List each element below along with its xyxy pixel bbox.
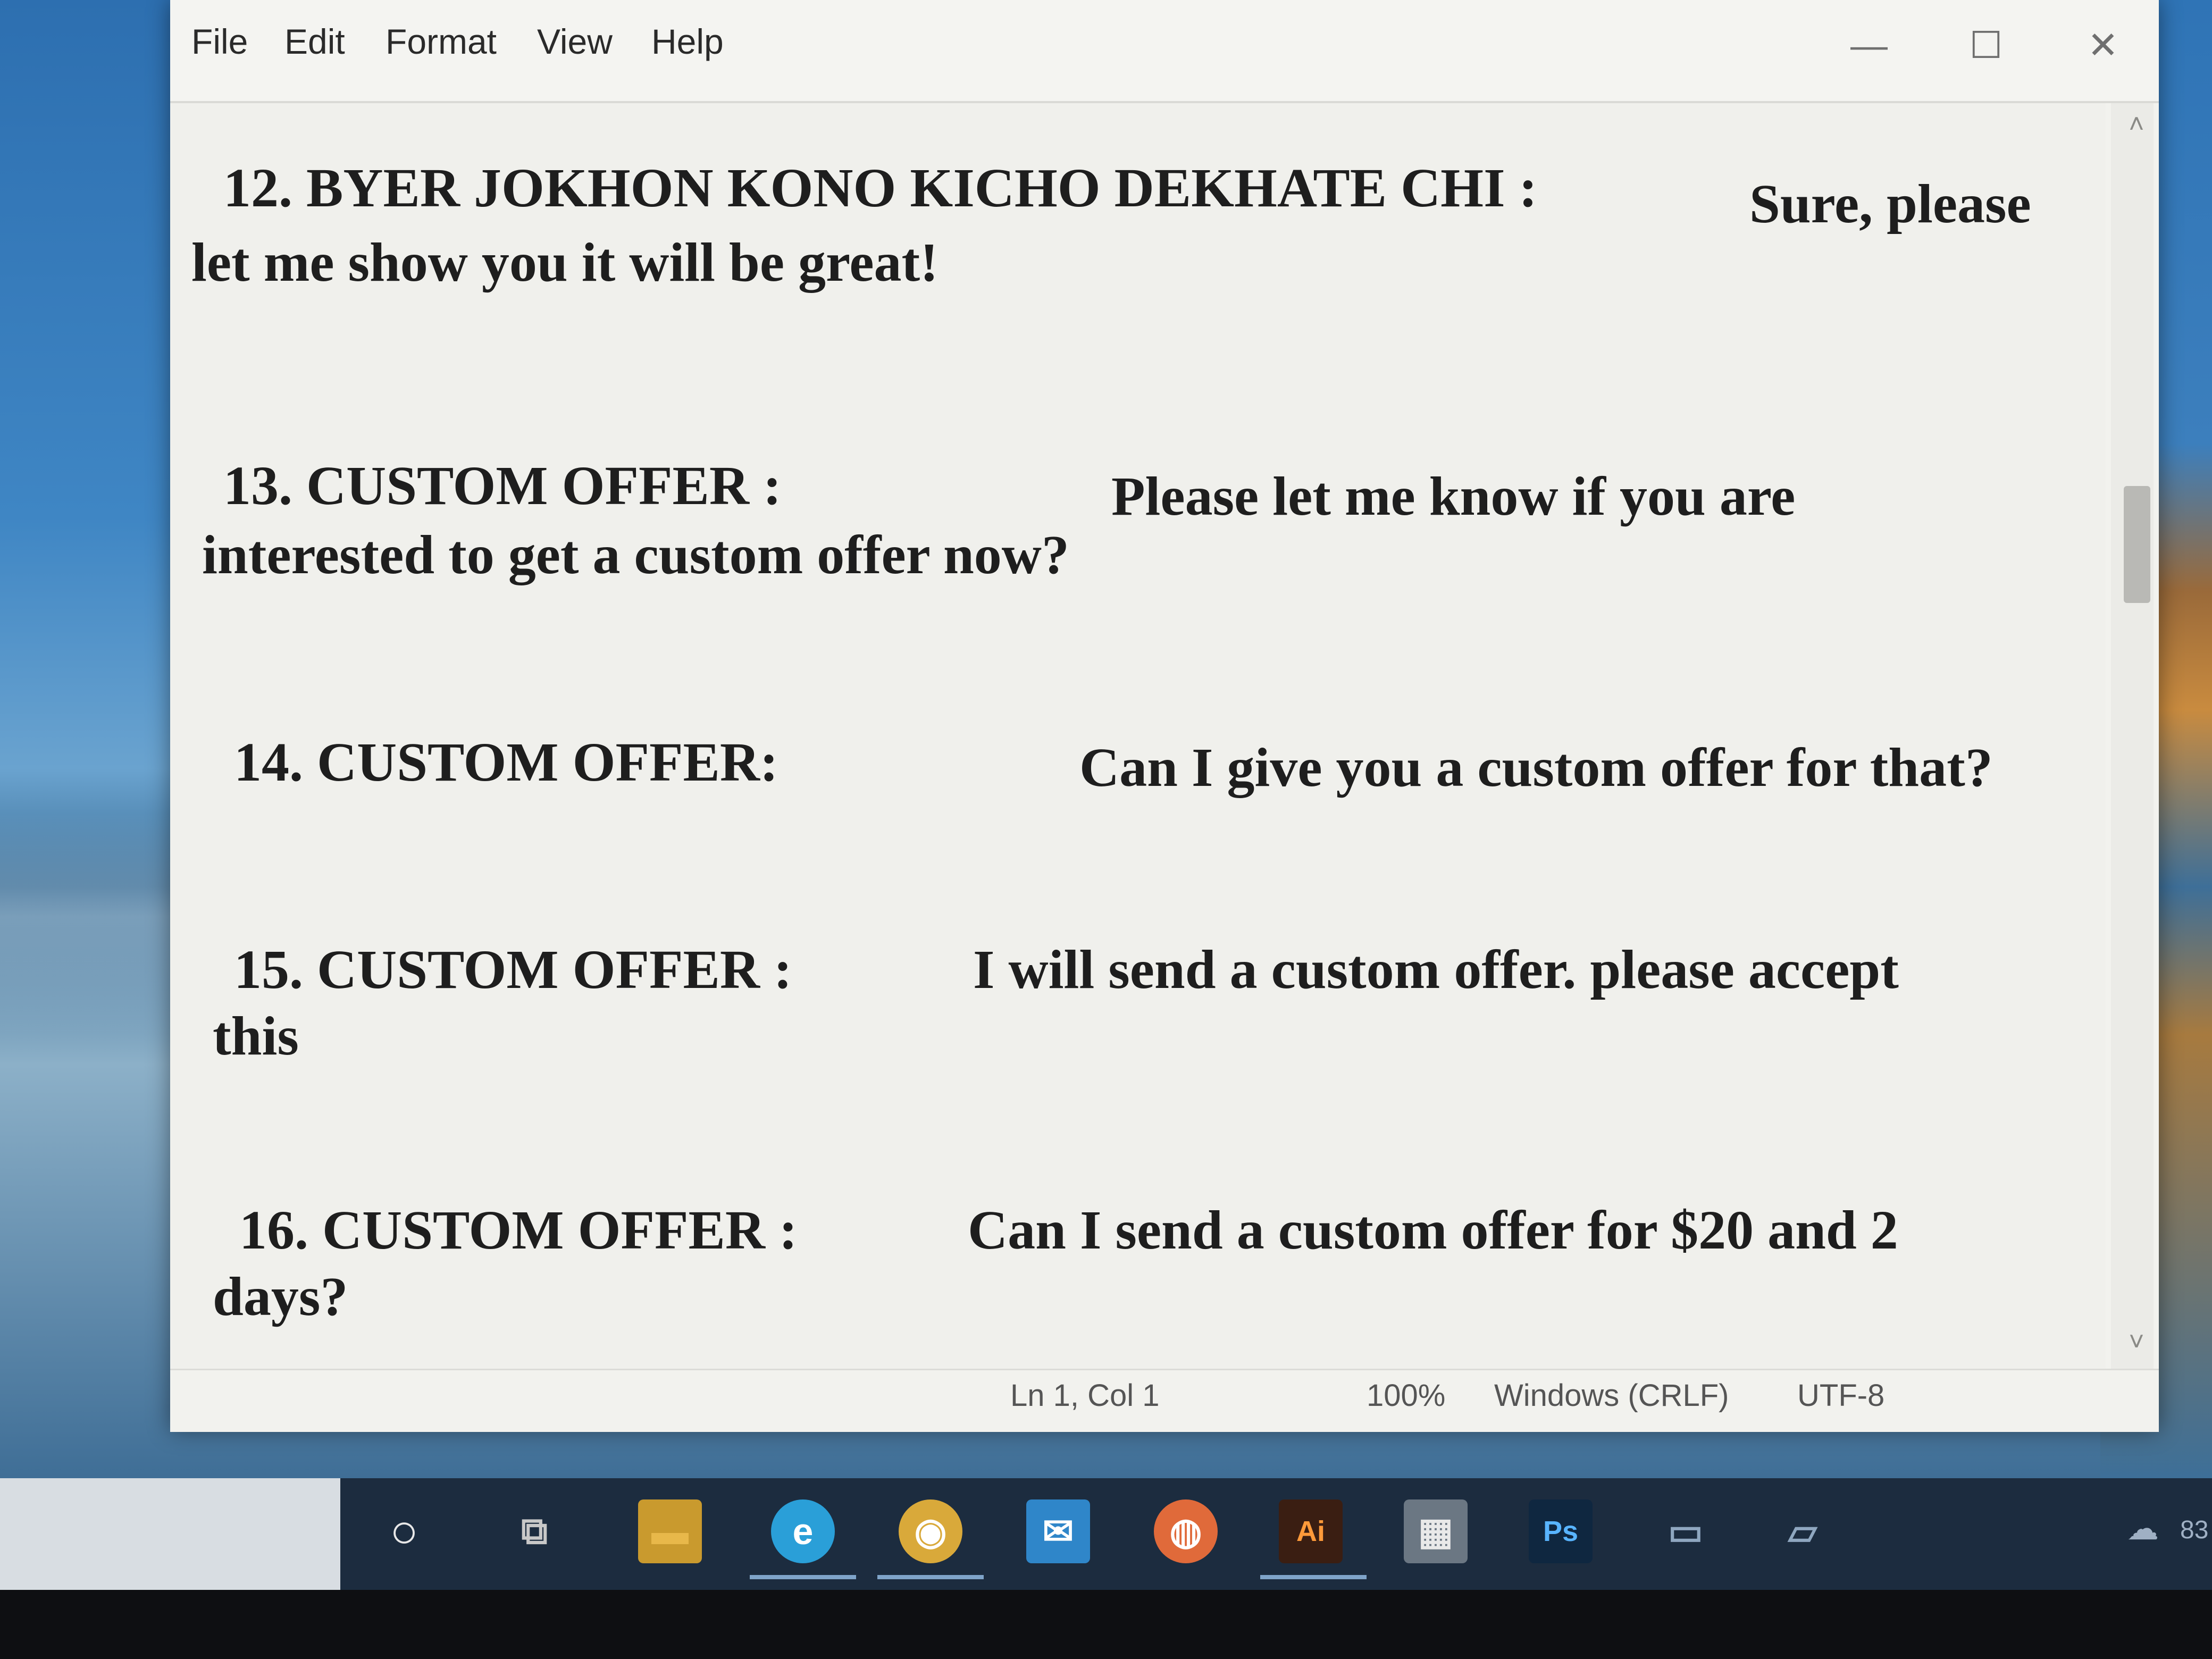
entry-reply: Please let me know if you are — [1111, 466, 1796, 527]
cloud-icon[interactable]: ☁ — [2127, 1510, 2159, 1547]
encoding: UTF-8 — [1797, 1378, 1885, 1413]
entry-continuation: days? — [213, 1266, 348, 1327]
active-app-indicator — [877, 1575, 984, 1579]
search-circle-icon[interactable]: ○ — [372, 1499, 436, 1563]
entry-reply: Can I give you a custom offer for that? — [1079, 737, 1993, 798]
cursor-position: Ln 1, Col 1 — [1010, 1378, 1160, 1413]
menu-view[interactable]: View — [537, 21, 613, 62]
maximize-icon: ☐ — [1969, 24, 2003, 66]
tray-text: 83 — [2180, 1516, 2209, 1544]
entry-continuation: interested to get a custom offer now? — [202, 524, 1069, 585]
maximize-button[interactable]: ☐ — [1946, 11, 2026, 80]
entry-continuation: this — [213, 1006, 299, 1067]
active-app-indicator — [750, 1575, 856, 1579]
scroll-up-icon[interactable]: ˄ — [2121, 108, 2152, 140]
menu-file[interactable]: File — [191, 21, 248, 62]
entry-title: 12. BYER JOKHON KONO KICHO DEKHATE CHI : — [223, 157, 1538, 219]
scrollbar-thumb[interactable] — [2124, 486, 2150, 603]
scroll-down-icon[interactable]: ˅ — [2121, 1326, 2152, 1358]
minimize-button[interactable]: — — [1829, 11, 1909, 80]
entry-reply: Sure, please — [1749, 173, 2031, 234]
zoom-level: 100% — [1367, 1378, 1446, 1413]
menu-format[interactable]: Format — [386, 21, 497, 62]
entry-title: 15. CUSTOM OFFER : — [234, 939, 792, 1000]
entry-reply: I will send a custom offer. please accep… — [973, 939, 1899, 1000]
active-app-indicator — [1260, 1575, 1367, 1579]
monitor-bezel — [0, 1590, 2212, 1659]
close-button[interactable]: ✕ — [2063, 11, 2143, 80]
entry-continuation: let me show you it will be great! — [191, 232, 939, 293]
task-view-icon[interactable]: ⧉ — [502, 1499, 566, 1563]
entry-title: 16. CUSTOM OFFER : — [239, 1200, 798, 1261]
chrome-icon[interactable]: ◉ — [899, 1499, 962, 1563]
firefox-icon[interactable]: ◍ — [1154, 1499, 1218, 1563]
edge-icon[interactable]: e — [771, 1499, 835, 1563]
status-bar: Ln 1, Col 1 100% Windows (CRLF) UTF-8 — [170, 1369, 2159, 1432]
mail-icon[interactable]: ✉ — [1026, 1499, 1090, 1563]
illustrator-icon[interactable]: Ai — [1279, 1499, 1343, 1563]
taskbar-search-area[interactable] — [0, 1478, 340, 1590]
app-icon-1[interactable]: ▭ — [1654, 1499, 1717, 1563]
close-icon: ✕ — [2087, 24, 2119, 66]
minimize-icon: — — [1850, 24, 1888, 66]
photoshop-icon[interactable]: Ps — [1529, 1499, 1593, 1563]
menu-edit[interactable]: Edit — [284, 21, 345, 62]
menu-help[interactable]: Help — [651, 21, 724, 62]
store-icon[interactable]: ▦ — [1404, 1499, 1468, 1563]
entry-title: 14. CUSTOM OFFER: — [234, 732, 778, 793]
entry-reply: Can I send a custom offer for $20 and 2 — [968, 1200, 1898, 1261]
file-explorer-icon[interactable]: ▬ — [638, 1499, 702, 1563]
line-endings: Windows (CRLF) — [1494, 1378, 1729, 1413]
text-editor-area[interactable]: 12. BYER JOKHON KONO KICHO DEKHATE CHI :… — [170, 103, 2106, 1369]
taskbar: ○ ⧉ ▬ e ◉ ✉ ◍ Ai ▦ Ps ▭ ▱ ☁ 83 — [0, 1478, 2212, 1590]
menu-bar: File Edit Format View Help — ☐ ✕ — [170, 0, 2159, 103]
entry-title: 13. CUSTOM OFFER : — [223, 455, 782, 516]
vertical-scrollbar[interactable]: ˄ ˅ — [2111, 103, 2154, 1369]
notepad-window: File Edit Format View Help — ☐ ✕ 12. BYE… — [170, 0, 2159, 1432]
app-icon-2[interactable]: ▱ — [1771, 1499, 1834, 1563]
